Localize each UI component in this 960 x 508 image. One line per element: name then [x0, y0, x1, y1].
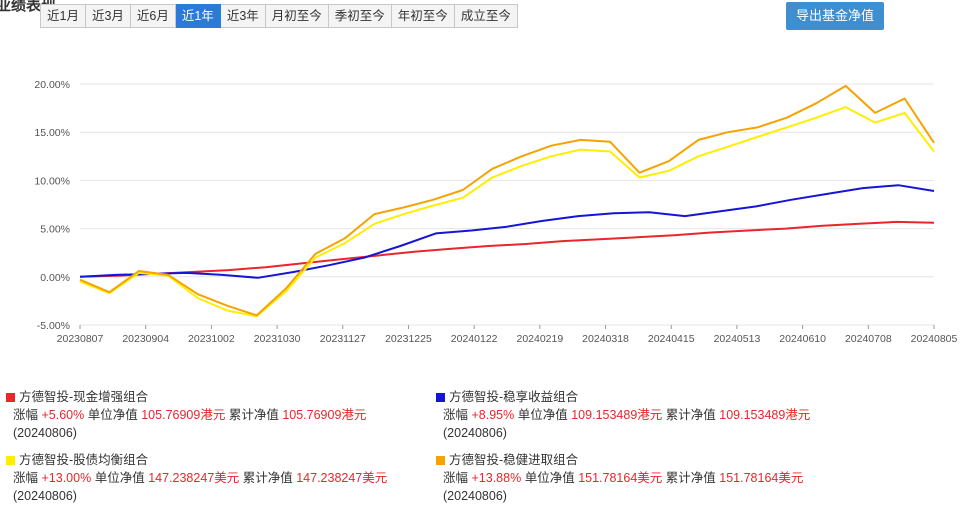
- series-line-0: [79, 220, 935, 278]
- x-tick-label: 20231002: [188, 333, 235, 345]
- legend-item-steady: 方德智投-稳享收益组合 涨幅 +8.95% 单位净值 109.153489港元 …: [436, 388, 810, 442]
- legend-swatch: [6, 455, 15, 465]
- x-tick-label: 20240122: [451, 333, 498, 345]
- change-value: +8.95%: [471, 408, 515, 422]
- y-tick-label: -5.00%: [37, 320, 70, 332]
- x-tick-label: 20240708: [845, 333, 892, 345]
- unit-nav-value: 109.153489港元: [571, 408, 663, 422]
- acc-nav-value: 147.238247美元: [296, 471, 388, 485]
- legend-item-cash: 方德智投-现金增强组合 涨幅 +5.60% 单位净值 105.76909港元 累…: [6, 388, 366, 442]
- x-tick-label: 20240513: [714, 333, 761, 345]
- legend-name: 方德智投-稳享收益组合: [449, 390, 579, 404]
- y-tick-label: 10.00%: [34, 175, 70, 187]
- legend-name: 方德智投-稳健进取组合: [449, 453, 579, 467]
- legend-date: (20240806): [13, 489, 77, 503]
- x-tick-label: 20240610: [779, 333, 826, 345]
- chart-series: [79, 84, 935, 318]
- legend-swatch: [436, 455, 445, 465]
- x-tick-label: 20240318: [582, 333, 629, 345]
- x-tick-label: 20230807: [57, 333, 104, 345]
- y-tick-label: 15.00%: [34, 127, 70, 139]
- x-tick-label: 20230904: [122, 333, 169, 345]
- x-tick-label: 20240415: [648, 333, 695, 345]
- y-tick-label: 0.00%: [40, 272, 70, 284]
- legend-name: 方德智投-股债均衡组合: [19, 453, 149, 467]
- legend-swatch: [6, 392, 15, 402]
- legend-name: 方德智投-现金增强组合: [19, 390, 149, 404]
- change-value: +13.88%: [471, 471, 522, 485]
- y-axis-ticks: 20.00% 15.00% 10.00% 5.00% 0.00% -5.00%: [34, 79, 70, 332]
- series-line-1: [79, 184, 935, 279]
- legend-date: (20240806): [443, 426, 507, 440]
- acc-nav-value: 151.78164美元: [719, 471, 804, 485]
- legend-item-balanced: 方德智投-股债均衡组合 涨幅 +13.00% 单位净值 147.238247美元…: [6, 451, 387, 505]
- acc-nav-value: 105.76909港元: [282, 408, 367, 422]
- change-value: +5.60%: [41, 408, 85, 422]
- legend-item-growth: 方德智投-稳健进取组合 涨幅 +13.88% 单位净值 151.78164美元 …: [436, 451, 803, 505]
- series-line-2: [79, 106, 935, 318]
- x-tick-label: 20240805: [911, 333, 958, 345]
- y-tick-label: 5.00%: [40, 224, 70, 236]
- change-value: +13.00%: [41, 471, 92, 485]
- legend-date: (20240806): [13, 426, 77, 440]
- unit-nav-value: 151.78164美元: [578, 471, 663, 485]
- performance-line-chart: 20.00% 15.00% 10.00% 5.00% 0.00% -5.00% 20230…: [34, 79, 958, 345]
- x-tick-label: 20231127: [320, 333, 366, 345]
- legend-swatch: [436, 392, 445, 402]
- y-tick-label: 20.00%: [34, 79, 70, 91]
- x-tick-label: 20240219: [516, 333, 563, 345]
- unit-nav-value: 105.76909港元: [141, 408, 226, 422]
- x-axis-ticks: 20230807 20230904 20231002 20231030 20231127…: [57, 325, 958, 345]
- legend-date: (20240806): [443, 489, 507, 503]
- unit-nav-value: 147.238247美元: [148, 471, 240, 485]
- acc-nav-value: 109.153489港元: [719, 408, 811, 422]
- x-tick-label: 20231030: [254, 333, 301, 345]
- x-tick-label: 20231225: [385, 333, 432, 345]
